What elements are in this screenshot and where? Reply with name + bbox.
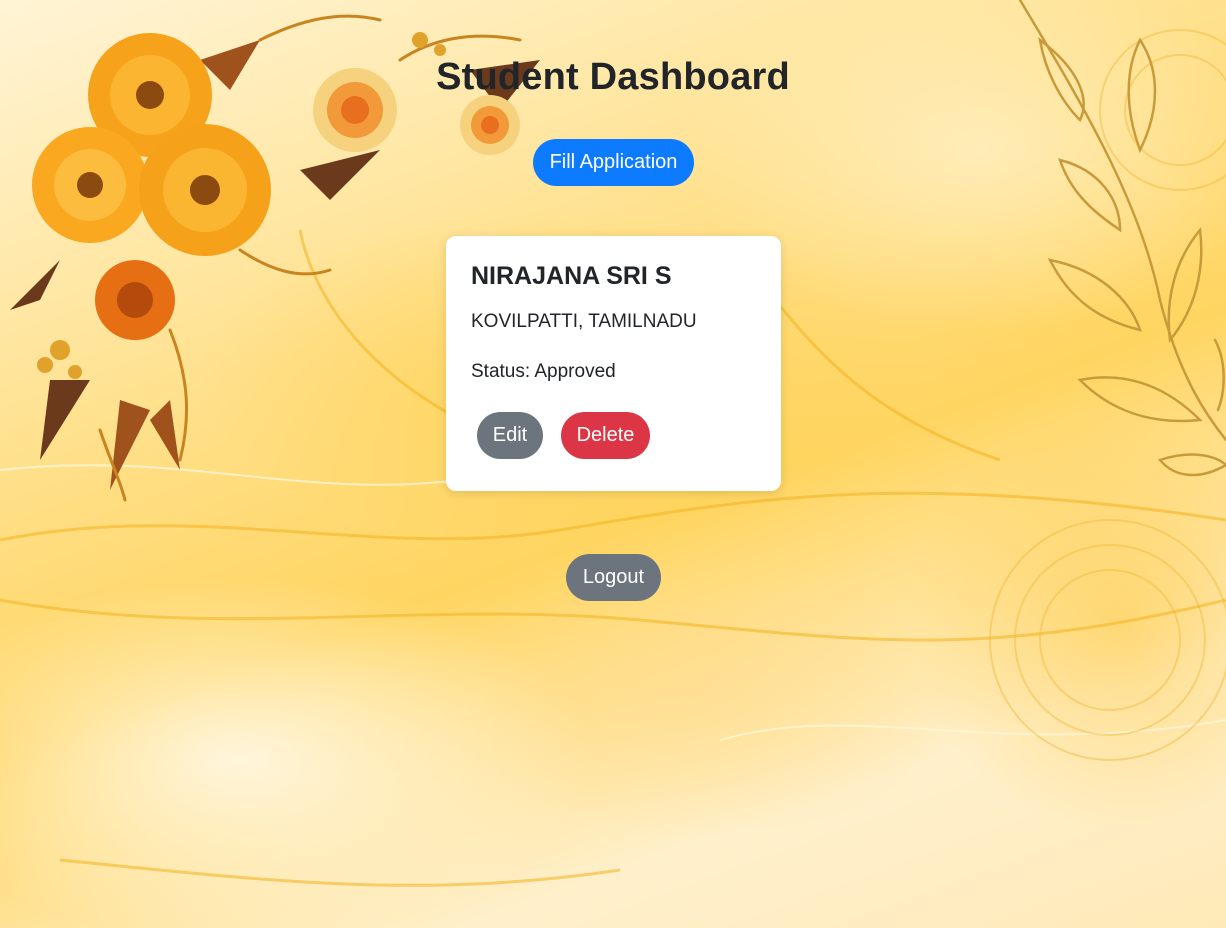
application-card: NIRAJANA SRI S KOVILPATTI, TAMILNADU Sta…	[446, 236, 781, 491]
status-label: Status:	[471, 361, 535, 382]
status-value: Approved	[534, 361, 616, 382]
application-status: Status: Approved	[471, 361, 616, 383]
edit-button[interactable]: Edit	[477, 412, 543, 459]
student-location: KOVILPATTI, TAMILNADU	[471, 311, 697, 332]
logout-button[interactable]: Logout	[566, 554, 661, 601]
delete-button[interactable]: Delete	[561, 412, 650, 459]
page-title: Student Dashboard	[436, 56, 790, 98]
student-name: NIRAJANA SRI S	[471, 262, 672, 290]
fill-application-button[interactable]: Fill Application	[533, 139, 694, 186]
dashboard-page: Student Dashboard Fill Application NIRAJ…	[0, 0, 1226, 928]
